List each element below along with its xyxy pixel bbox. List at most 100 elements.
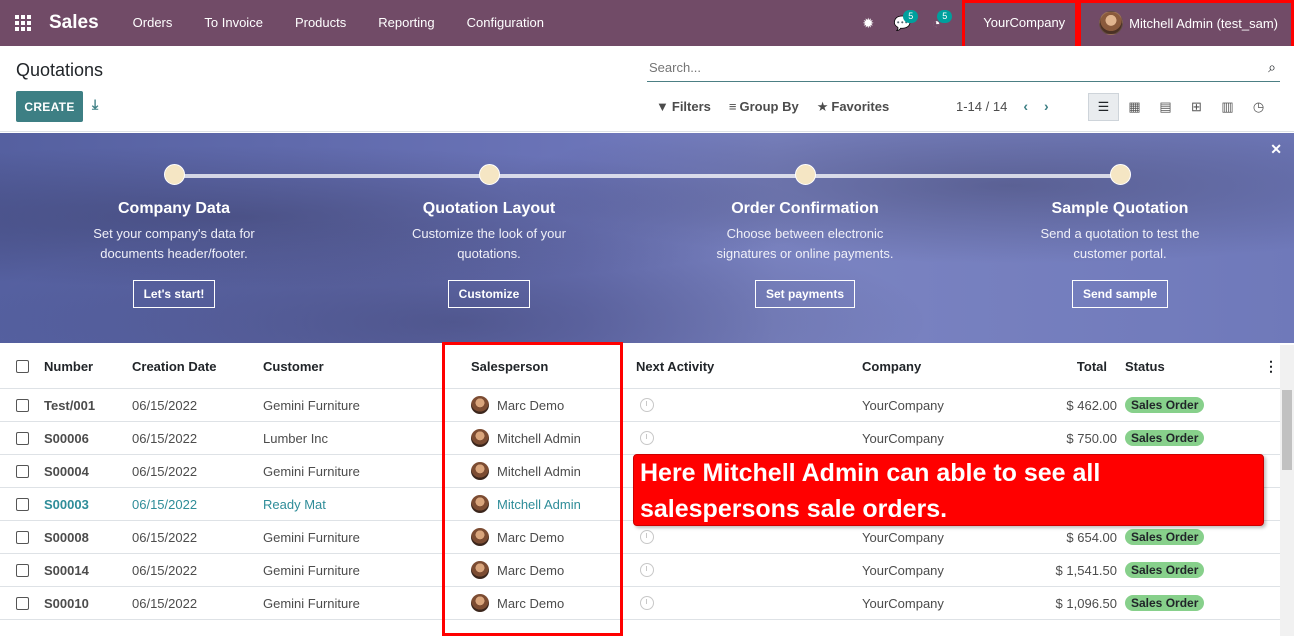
status-badge: Sales Order bbox=[1125, 562, 1205, 578]
table-header: Number Creation Date Customer Salesperso… bbox=[0, 345, 1280, 389]
activity-clock-icon[interactable] bbox=[640, 431, 654, 445]
column-status[interactable]: Status bbox=[1125, 345, 1165, 388]
salesperson-avatar bbox=[471, 495, 489, 513]
activity-clock-icon[interactable] bbox=[640, 530, 654, 544]
lets-start-button[interactable]: Let's start! bbox=[132, 280, 216, 308]
order-total: $ 1,541.50 bbox=[1055, 562, 1117, 578]
salesperson: Mitchell Admin bbox=[471, 488, 581, 520]
salesperson-avatar bbox=[471, 561, 489, 579]
creation-date: 06/15/2022 bbox=[132, 397, 198, 413]
search-icon[interactable]: ⌕ bbox=[1268, 59, 1276, 76]
create-button[interactable]: CREATE bbox=[16, 91, 83, 122]
menu-orders[interactable]: Orders bbox=[117, 0, 189, 46]
activities-badge: 5 bbox=[937, 10, 953, 23]
menu-configuration[interactable]: Configuration bbox=[451, 0, 560, 46]
annotation-callout: Here Mitchell Admin can able to see all … bbox=[633, 454, 1264, 526]
creation-date: 06/15/2022 bbox=[132, 430, 198, 446]
order-number: S00014 bbox=[44, 562, 89, 578]
customer-name: Gemini Furniture bbox=[263, 463, 360, 479]
menu-reporting[interactable]: Reporting bbox=[362, 0, 450, 46]
status-badge: Sales Order bbox=[1125, 595, 1205, 611]
search-bar: ⌕ bbox=[647, 54, 1280, 82]
row-checkbox[interactable] bbox=[16, 431, 29, 445]
list-view-icon[interactable]: ☰ bbox=[1088, 93, 1119, 121]
table-row[interactable]: Test/001 06/15/2022 Gemini Furniture Marc D… bbox=[0, 389, 1280, 422]
pivot-view-icon[interactable]: ⊞ bbox=[1181, 93, 1212, 121]
search-options: ▼ Filters ≡ Group By ★ Favorites bbox=[656, 99, 889, 115]
download-icon[interactable]: ⤓ bbox=[92, 96, 108, 112]
star-icon: ★ bbox=[816, 99, 829, 114]
activity-clock-icon[interactable] bbox=[640, 563, 654, 577]
column-creation-date[interactable]: Creation Date bbox=[132, 345, 217, 388]
step-company-data: Company Data Set your company's data for… bbox=[44, 164, 304, 308]
column-number[interactable]: Number bbox=[44, 345, 93, 388]
step-dot bbox=[163, 164, 185, 185]
favorites-button[interactable]: ★ Favorites bbox=[817, 99, 889, 115]
salesperson-avatar bbox=[471, 429, 489, 447]
step-sample-quotation: Sample Quotation Send a quotation to tes… bbox=[990, 164, 1250, 308]
customer-name: Gemini Furniture bbox=[263, 562, 360, 578]
set-payments-button[interactable]: Set payments bbox=[754, 280, 856, 308]
column-salesperson[interactable]: Salesperson bbox=[471, 345, 548, 388]
optional-columns-icon[interactable]: ⋮ bbox=[1264, 345, 1278, 388]
salesperson-avatar bbox=[471, 528, 489, 546]
row-checkbox[interactable] bbox=[16, 596, 29, 610]
order-number: S00010 bbox=[44, 595, 89, 611]
group-by-button[interactable]: ≡ Group By bbox=[729, 99, 799, 115]
menu-to-invoice[interactable]: To Invoice bbox=[188, 0, 279, 46]
column-company[interactable]: Company bbox=[862, 345, 921, 388]
menu-products[interactable]: Products bbox=[279, 0, 362, 46]
pager-previous-icon[interactable]: ‹ bbox=[1023, 98, 1028, 114]
step-dot bbox=[1109, 164, 1131, 185]
apps-menu-icon[interactable] bbox=[0, 0, 46, 46]
step-dot bbox=[478, 164, 500, 185]
order-total: $ 462.00 bbox=[1066, 397, 1117, 413]
step-title: Order Confirmation bbox=[731, 200, 879, 217]
pager-value[interactable]: 1-14 / 14 bbox=[956, 99, 1007, 114]
company-switcher[interactable]: YourCompany bbox=[965, 0, 1083, 46]
user-menu[interactable]: Mitchell Admin (test_sam) bbox=[1083, 0, 1294, 46]
salesperson: Marc Demo bbox=[471, 389, 564, 421]
customize-button[interactable]: Customize bbox=[447, 280, 531, 308]
activities-clock-icon[interactable]: ◔ 5 bbox=[919, 0, 953, 46]
salesperson: Marc Demo bbox=[471, 554, 564, 586]
calendar-view-icon[interactable]: ▤ bbox=[1150, 93, 1181, 121]
company-name: YourCompany bbox=[862, 562, 944, 578]
table-row[interactable]: S00014 06/15/2022 Gemini Furniture Marc Dem… bbox=[0, 554, 1280, 587]
search-input[interactable] bbox=[647, 54, 1247, 80]
row-checkbox[interactable] bbox=[16, 530, 29, 544]
salesperson: Mitchell Admin bbox=[471, 455, 581, 487]
row-checkbox[interactable] bbox=[16, 398, 29, 412]
step-title: Quotation Layout bbox=[422, 200, 556, 217]
graph-view-icon[interactable]: ▥ bbox=[1212, 93, 1243, 121]
close-icon[interactable]: ✕ bbox=[1270, 141, 1282, 158]
row-checkbox[interactable] bbox=[16, 464, 29, 478]
column-next-activity[interactable]: Next Activity bbox=[636, 345, 714, 388]
group-by-icon: ≡ bbox=[728, 99, 737, 114]
row-checkbox[interactable] bbox=[16, 563, 29, 577]
filters-button[interactable]: ▼ Filters bbox=[656, 99, 711, 115]
pager-next-icon[interactable]: › bbox=[1044, 98, 1049, 114]
column-total[interactable]: Total bbox=[1040, 345, 1107, 388]
table-row[interactable]: S00010 06/15/2022 Gemini Furniture Marc Dem… bbox=[0, 587, 1280, 620]
activity-view-icon[interactable]: ◷ bbox=[1243, 93, 1274, 121]
customer-name: Gemini Furniture bbox=[263, 529, 360, 545]
kanban-view-icon[interactable]: ▦ bbox=[1119, 93, 1150, 121]
customer-name: Gemini Furniture bbox=[263, 397, 360, 413]
salesperson-avatar bbox=[471, 594, 489, 612]
scrollbar-thumb[interactable] bbox=[1282, 390, 1292, 470]
salesperson-avatar bbox=[471, 396, 489, 414]
table-row[interactable]: S00006 06/15/2022 Lumber Inc Mitchell Admin… bbox=[0, 422, 1280, 455]
salesperson-name: Marc Demo bbox=[497, 595, 565, 611]
status-badge: Sales Order bbox=[1125, 529, 1205, 545]
row-checkbox[interactable] bbox=[16, 497, 29, 511]
messages-icon[interactable]: 💬 5 bbox=[885, 0, 919, 46]
activity-clock-icon[interactable] bbox=[640, 596, 654, 610]
activity-clock-icon[interactable] bbox=[640, 398, 654, 412]
app-name[interactable]: Sales bbox=[49, 12, 99, 34]
send-sample-button[interactable]: Send sample bbox=[1071, 280, 1169, 308]
column-customer[interactable]: Customer bbox=[263, 345, 324, 388]
table-scrollbar[interactable] bbox=[1280, 345, 1294, 636]
debug-bug-icon[interactable]: ✹ bbox=[851, 0, 885, 46]
select-all-checkbox[interactable] bbox=[16, 360, 29, 373]
